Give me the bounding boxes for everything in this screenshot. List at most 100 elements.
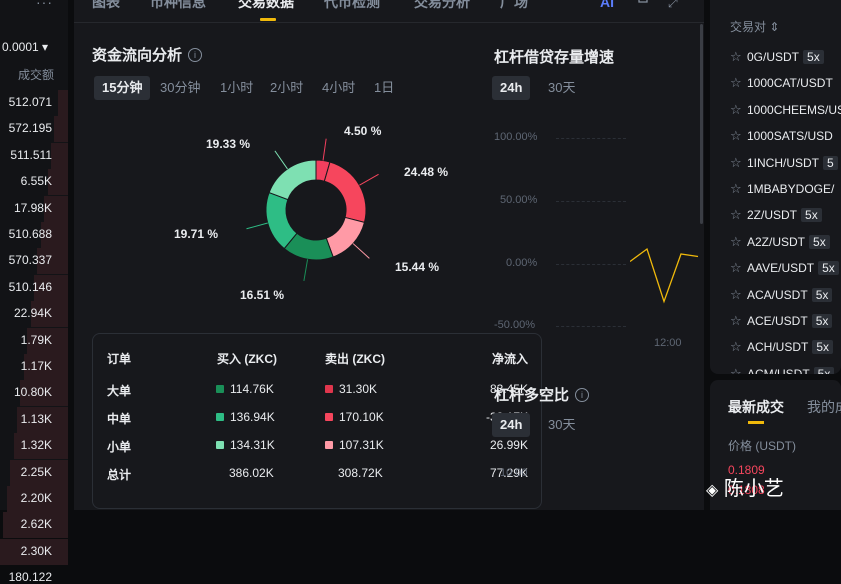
pair-item[interactable]: ☆ A2Z/USDT 5x [730, 234, 830, 250]
y-tick-50: 50.00% [500, 194, 538, 206]
row-name: 总计 [107, 466, 131, 483]
star-icon[interactable]: ☆ [730, 102, 743, 118]
tab-my-trades[interactable]: 我的成 [807, 397, 841, 417]
th-sell: 卖出 (ZKC) [325, 352, 385, 366]
pair-name: 1000CHEEMS/US [747, 102, 841, 117]
pair-item[interactable]: ☆ 2Z/USDT 5x [730, 207, 822, 223]
leverage-badge: 5x [818, 261, 839, 276]
pair-item[interactable]: ☆ ACH/USDT 5x [730, 339, 834, 355]
donut-leader-line [246, 222, 268, 230]
star-icon[interactable]: ☆ [730, 181, 743, 197]
row-sell-text: 308.72K [338, 466, 383, 480]
pair-name: A2Z/USDT [747, 234, 806, 249]
star-icon[interactable]: ☆ [730, 287, 743, 303]
depth-bar [51, 142, 68, 169]
flow-tf-30m[interactable]: 30分钟 [152, 76, 208, 100]
tab-trade-data[interactable]: 交易数据 [238, 0, 294, 12]
leverage-line-chart [630, 247, 699, 304]
donut-slice [268, 159, 317, 201]
tab-latest-trades[interactable]: 最新成交 [728, 397, 784, 417]
flow-table: 订单 买入 (ZKC) 卖出 (ZKC) 净流入 大单 114.76K 31.30K… [92, 333, 542, 509]
tab-trade-analysis[interactable]: 交易分析 [414, 0, 470, 12]
star-icon[interactable]: ☆ [730, 49, 743, 65]
donut-slice [323, 161, 367, 224]
longshort-tf-24h[interactable]: 24h [492, 413, 531, 437]
star-icon[interactable]: ☆ [730, 128, 743, 144]
pair-item[interactable]: ☆ 1000SATS/USD [730, 128, 833, 144]
pair-item[interactable]: ☆ AAVE/USDT 5x [730, 260, 839, 276]
row-name-text: 小单 [107, 440, 132, 454]
info-icon[interactable]: i [188, 48, 203, 62]
star-icon[interactable]: ☆ [730, 366, 743, 374]
row-buy: 134.31K [216, 438, 275, 452]
star-icon[interactable]: ☆ [730, 155, 743, 171]
orderbook-value: 2.62K [20, 517, 52, 532]
th-buy: 买入 (ZKC) [217, 352, 277, 366]
donut-label-1: 24.48 % [404, 165, 449, 179]
leverage-badge: 5x [813, 366, 835, 374]
volume-header: 成交额 [17, 68, 54, 82]
pair-name: 1INCH/USDT [747, 155, 820, 170]
star-icon[interactable]: ☆ [730, 75, 743, 91]
gridline [556, 138, 626, 139]
flow-tf-1h[interactable]: 1小时 [212, 76, 261, 100]
color-swatch [216, 413, 224, 421]
price-header: 价格 (USDT) [728, 439, 796, 453]
flow-tf-15m[interactable]: 15分钟 [94, 76, 151, 100]
orderbook-panel: ··· 0.0001 ▾ 成交额 512.071 572.195 511.511 6.… [0, 0, 68, 584]
star-icon[interactable]: ☆ [730, 207, 743, 223]
trades-tab-indicator [748, 421, 764, 424]
longshort-tf-30d[interactable]: 30天 [540, 413, 583, 437]
pair-item[interactable]: ☆ ACM/USDT 5x [730, 366, 835, 374]
pair-name: 0G/USDT [747, 50, 800, 64]
pairs-header[interactable]: 交易对 ⇕ [730, 18, 779, 35]
pair-item[interactable]: ☆ 1INCH/USDT 5 [730, 155, 838, 171]
row-buy: 136.94K [216, 410, 275, 424]
more-icon[interactable]: ··· [36, 0, 53, 10]
gridline [556, 201, 626, 202]
precision-select[interactable]: 0.0001 ▾ [2, 40, 48, 54]
pair-item[interactable]: ☆ 0G/USDT 5x [730, 49, 824, 65]
star-icon[interactable]: ☆ [730, 313, 743, 329]
leverage-badge: 5x [801, 208, 822, 223]
flow-title: 资金流向分析 i [92, 44, 203, 65]
pair-name: 1000CAT/USDT [747, 76, 833, 91]
scrollbar[interactable] [700, 24, 703, 224]
flow-tf-4h[interactable]: 4小时 [314, 76, 363, 100]
pair-item[interactable]: ☆ 1000CAT/USDT [730, 75, 833, 91]
y-tick-0: 0.00% [506, 257, 538, 269]
gridline [556, 326, 626, 327]
pair-item[interactable]: ☆ 1MBABYDOGE/ [730, 181, 834, 197]
donut-label-5: 19.33 % [206, 137, 251, 151]
bell-icon[interactable] [636, 0, 650, 6]
orderbook-value: 22.94K [13, 306, 52, 321]
expand-icon[interactable]: ⤢ [668, 0, 678, 11]
star-icon[interactable]: ☆ [730, 234, 743, 250]
depth-bar [58, 90, 68, 116]
row-buy-text: 114.76K [230, 382, 274, 396]
row-buy-text: 386.02K [229, 466, 274, 480]
tab-chart[interactable]: 图表 [92, 0, 120, 12]
tab-token-check[interactable]: 代币检测 [324, 0, 380, 12]
star-icon[interactable]: ☆ [730, 260, 743, 276]
leverage-badge: 5x [803, 50, 824, 64]
pair-item[interactable]: ☆ ACA/USDT 5x [730, 287, 833, 303]
pair-name: 1000SATS/USD [747, 129, 833, 144]
leverage-tf-30d[interactable]: 30天 [540, 76, 583, 100]
x-tick: 12:00 [654, 337, 682, 349]
color-swatch [216, 385, 224, 393]
flow-tf-2h[interactable]: 2小时 [262, 76, 311, 100]
row-buy: 386.02K [229, 466, 274, 480]
flow-tf-1d[interactable]: 1日 [366, 76, 402, 100]
longshort-title-text: 杠杆多空比 [494, 387, 570, 404]
star-icon[interactable]: ☆ [730, 339, 743, 355]
leverage-tf-24h[interactable]: 24h [492, 76, 531, 100]
donut-leader-line [322, 138, 327, 161]
orderbook-value: 1.17K [20, 359, 52, 373]
leverage-badge: 5 [823, 155, 838, 170]
tab-coin-info[interactable]: 币种信息 [150, 0, 206, 12]
donut-label-0: 4.50 % [344, 124, 382, 138]
pair-item[interactable]: ☆ 1000CHEEMS/US [730, 102, 841, 118]
info-icon[interactable]: i [575, 388, 590, 402]
pair-item[interactable]: ☆ ACE/USDT 5x [730, 313, 833, 329]
